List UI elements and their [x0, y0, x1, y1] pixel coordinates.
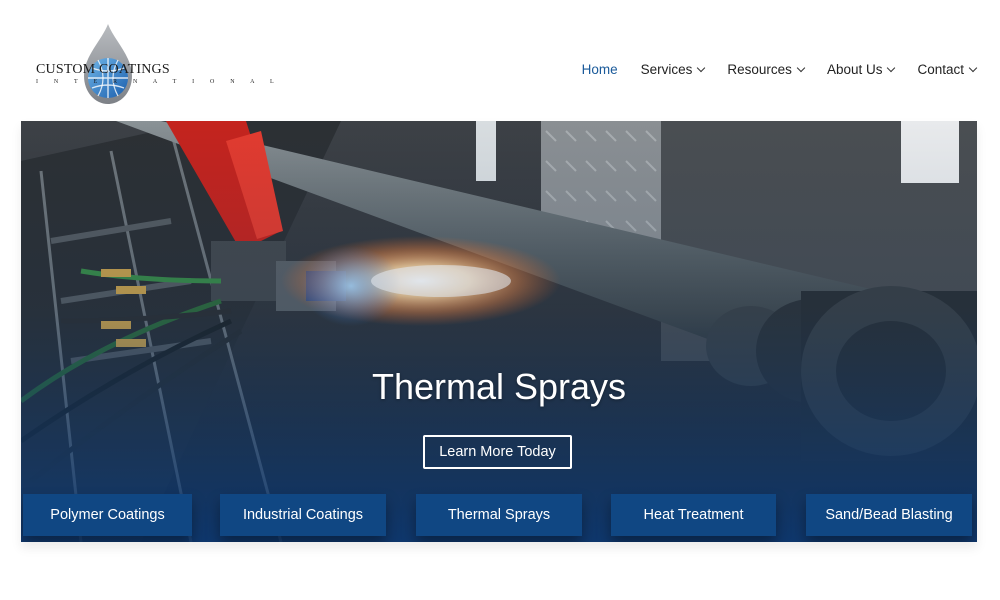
hero-title: Thermal Sprays — [371, 366, 627, 407]
service-button-heat-treatment[interactable]: Heat Treatment — [611, 494, 776, 536]
main-nav: Home Services Resources About Us Contact — [582, 62, 978, 77]
nav-item-label: Resources — [727, 62, 792, 77]
chevron-down-icon — [796, 63, 806, 73]
services-bar: Polymer Coatings Industrial Coatings The… — [21, 494, 977, 536]
nav-item-label: Home — [581, 62, 618, 77]
nav-item-home[interactable]: Home — [582, 62, 618, 77]
nav-item-label: Services — [640, 62, 693, 77]
service-button-polymer-coatings[interactable]: Polymer Coatings — [23, 494, 192, 536]
logo-subtitle: I N T E R N A T I O N A L — [36, 79, 281, 85]
custom-coatings-logo[interactable]: CUSTOM COATINGS I N T E R N A T I O N A … — [36, 22, 281, 108]
nav-item-label: Contact — [917, 62, 964, 77]
nav-item-contact[interactable]: Contact — [917, 62, 978, 77]
site-header: CUSTOM COATINGS I N T E R N A T I O N A … — [0, 0, 1000, 120]
service-button-thermal-sprays[interactable]: Thermal Sprays — [416, 494, 582, 536]
nav-item-label: About Us — [826, 62, 883, 77]
service-button-sand-bead-blasting[interactable]: Sand/Bead Blasting — [806, 494, 972, 536]
hero-background-image — [21, 121, 977, 542]
chevron-down-icon — [887, 63, 896, 73]
learn-more-button[interactable]: Learn More Today — [423, 435, 572, 469]
nav-item-services[interactable]: Services — [640, 62, 706, 77]
chevron-down-icon — [968, 63, 978, 73]
chevron-down-icon — [697, 63, 706, 73]
nav-item-about-us[interactable]: About Us — [826, 62, 896, 77]
service-button-industrial-coatings[interactable]: Industrial Coatings — [220, 494, 386, 536]
logo-name: CUSTOM COATINGS — [36, 62, 170, 77]
hero-slider: Thermal Sprays Learn More Today Polymer … — [21, 121, 977, 542]
nav-item-resources[interactable]: Resources — [727, 62, 806, 77]
